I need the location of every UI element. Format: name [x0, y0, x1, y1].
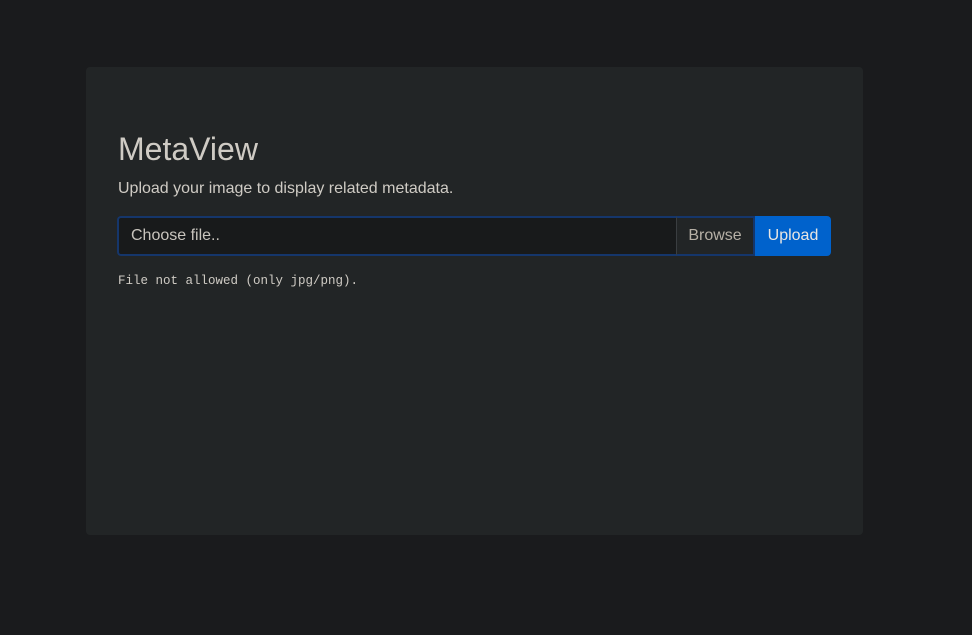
file-input[interactable]: Choose file..: [117, 216, 676, 256]
upload-card: MetaView Upload your image to display re…: [86, 67, 863, 535]
page-title: MetaView: [118, 131, 258, 167]
page-subtitle: Upload your image to display related met…: [118, 180, 454, 197]
upload-button[interactable]: Upload: [755, 216, 831, 256]
error-message: File not allowed (only jpg/png).: [118, 274, 359, 288]
file-input-label: Choose file..: [131, 227, 220, 244]
file-upload-group: Choose file.. Browse Upload: [117, 216, 831, 256]
browse-button[interactable]: Browse: [676, 216, 755, 256]
